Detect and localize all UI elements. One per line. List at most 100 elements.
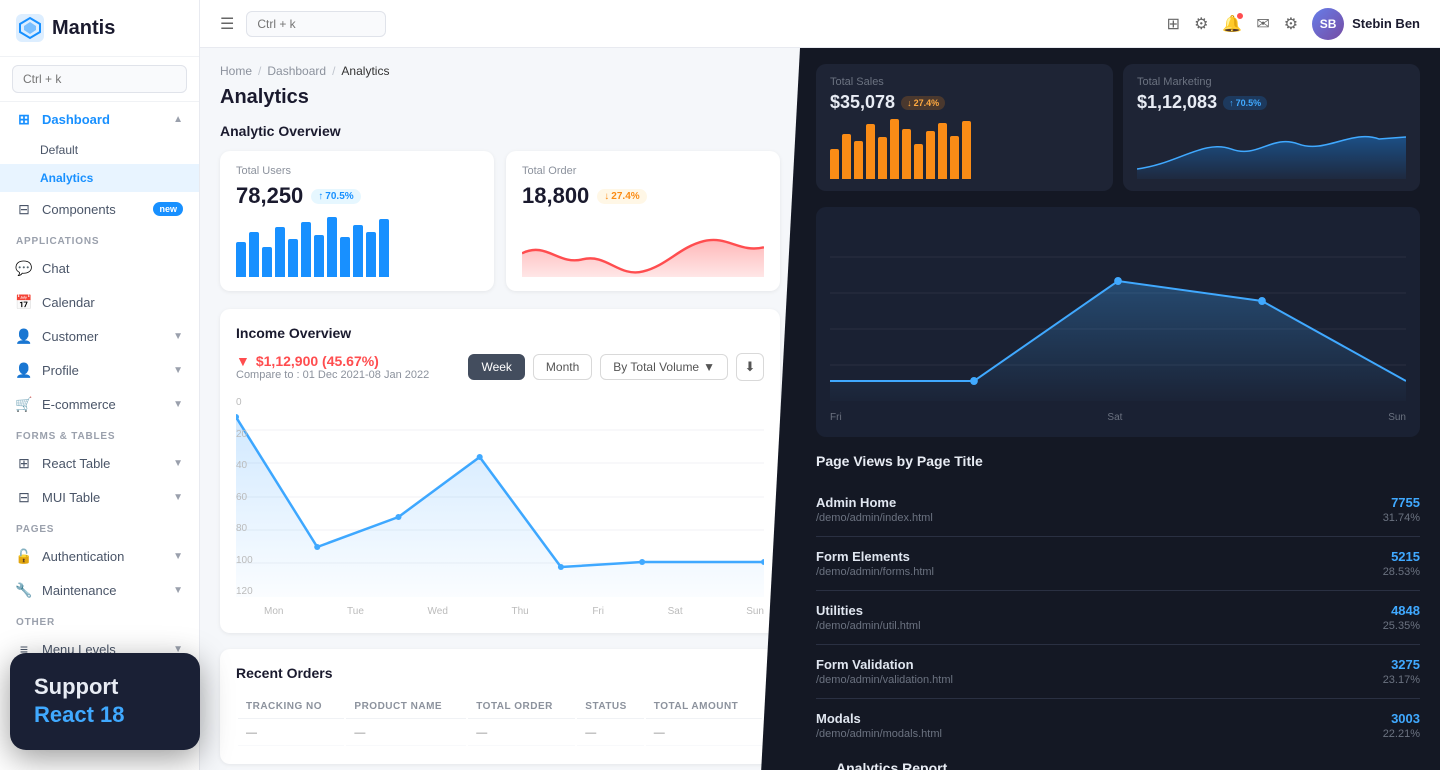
page-views-list: Admin Home /demo/admin/index.html 7755 3… (816, 483, 1420, 752)
sidebar-item-react-table[interactable]: ⊞ React Table ▼ (0, 446, 199, 480)
pv-left: Utilities /demo/admin/util.html (816, 603, 921, 632)
month-button[interactable]: Month (533, 354, 592, 380)
mui-table-icon: ⊟ (16, 489, 32, 505)
profile-label: Profile (42, 363, 79, 378)
pv-right: 5215 28.53% (1383, 549, 1420, 578)
customer-label: Customer (42, 329, 98, 344)
total-sales-badge: ↓ 27.4% (901, 96, 945, 110)
content-wrapper: Home / Dashboard / Analytics Analytics A… (200, 48, 1440, 770)
sidebar-item-ecommerce[interactable]: 🛒 E-commerce ▼ (0, 387, 199, 421)
income-value: ▼ $1,12,900 (45.67%) (236, 353, 429, 369)
volume-select[interactable]: By Total Volume ▼ (600, 354, 728, 380)
auth-chevron: ▼ (173, 551, 183, 562)
orders-table: Tracking No Product Name Total Order Sta… (236, 693, 764, 748)
auth-icon: 🔓 (16, 548, 32, 564)
topbar-left: ☰ (220, 11, 386, 37)
avatar-circle: SB (1312, 8, 1344, 40)
main-content: Home / Dashboard / Analytics Analytics A… (200, 48, 1440, 770)
col-tracking: Tracking No (238, 695, 344, 719)
total-order-value: 18,800 (522, 183, 589, 209)
pv-left: Form Elements /demo/admin/forms.html (816, 549, 934, 578)
pv-pct: 23.17% (1383, 674, 1420, 686)
pv-path: /demo/admin/util.html (816, 620, 921, 632)
logo-text: Mantis (52, 17, 115, 40)
dark-stat-total-sales: Total Sales $35,078 ↓ 27.4% (816, 64, 1113, 191)
week-button[interactable]: Week (468, 354, 524, 380)
dashboard-label: Dashboard (42, 112, 110, 127)
sidebar-item-maintenance[interactable]: 🔧 Maintenance ▼ (0, 573, 199, 607)
breadcrumb: Home / Dashboard / Analytics (220, 64, 780, 78)
topbar-search-input[interactable] (246, 11, 386, 37)
react-table-label: React Table (42, 456, 110, 471)
breadcrumb-home[interactable]: Home (220, 64, 252, 78)
sidebar-item-authentication[interactable]: 🔓 Authentication ▼ (0, 539, 199, 573)
page-view-item: Admin Home /demo/admin/index.html 7755 3… (816, 483, 1420, 537)
pv-name: Admin Home (816, 495, 933, 510)
pv-path: /demo/admin/forms.html (816, 566, 934, 578)
pv-pct: 28.53% (1383, 566, 1420, 578)
pv-count: 3275 (1383, 657, 1420, 672)
dashboard-chevron: ▲ (173, 114, 183, 125)
dark-chart-x-axis: Fri Sat Sun (830, 412, 1406, 423)
table-row: — — — — — (238, 721, 762, 746)
total-users-badge: ↑ 70.5% (311, 189, 360, 204)
sidebar-item-components[interactable]: ⊟ Components new (0, 192, 199, 226)
recent-orders-card: Recent Orders Tracking No Product Name T… (220, 649, 780, 764)
pv-right: 3003 22.21% (1383, 711, 1420, 740)
right-panel: Total Sales $35,078 ↓ 27.4% (760, 48, 1440, 770)
sidebar-item-mui-table[interactable]: ⊟ MUI Table ▼ (0, 480, 199, 514)
grid-icon[interactable]: ⊞ (1167, 14, 1180, 34)
download-icon[interactable]: ⬇ (736, 353, 764, 381)
breadcrumb-current: Analytics (341, 64, 389, 78)
react-table-chevron: ▼ (173, 458, 183, 469)
pv-pct: 22.21% (1383, 728, 1420, 740)
y-axis: 120 100 80 60 40 20 0 (236, 397, 264, 597)
settings-icon[interactable]: ⚙ (1194, 14, 1208, 34)
total-order-badge: ↓ 27.4% (597, 189, 646, 204)
support-react18-popup[interactable]: Support React 18 (10, 653, 200, 750)
pv-path: /demo/admin/validation.html (816, 674, 953, 686)
sidebar-sub-analytics[interactable]: Analytics (0, 164, 199, 192)
notification-icon[interactable]: 🔔 (1222, 14, 1242, 34)
x-axis: Mon Tue Wed Thu Fri Sat Sun (236, 606, 764, 617)
user-avatar[interactable]: SB Stebin Ben (1312, 8, 1420, 40)
col-total-order: Total Order (468, 695, 575, 719)
total-users-label: Total Users (236, 165, 478, 177)
sidebar-search-input[interactable] (12, 65, 187, 93)
authentication-label: Authentication (42, 549, 124, 564)
sidebar-item-chat[interactable]: 💬 Chat (0, 251, 199, 285)
total-sales-value: $35,078 (830, 92, 895, 113)
components-new-badge: new (153, 202, 183, 216)
sidebar-item-customer[interactable]: 👤 Customer ▼ (0, 319, 199, 353)
sidebar-item-dashboard[interactable]: ⊞ Dashboard ▲ (0, 102, 199, 136)
total-users-chart (236, 217, 478, 277)
maintenance-chevron: ▼ (173, 585, 183, 596)
left-panel: Home / Dashboard / Analytics Analytics A… (200, 48, 800, 770)
page-view-item: Form Validation /demo/admin/validation.h… (816, 645, 1420, 699)
page-view-item: Utilities /demo/admin/util.html 4848 25.… (816, 591, 1420, 645)
pv-left: Modals /demo/admin/modals.html (816, 711, 942, 740)
section-applications: Applications (0, 226, 199, 251)
profile-icon: 👤 (16, 362, 32, 378)
profile-chevron: ▼ (173, 365, 183, 376)
sidebar-item-profile[interactable]: 👤 Profile ▼ (0, 353, 199, 387)
pv-pct: 25.35% (1383, 620, 1420, 632)
mail-icon[interactable]: ✉ (1256, 14, 1269, 34)
gear-icon[interactable]: ⚙ (1284, 14, 1298, 34)
analytic-overview-title: Analytic Overview (220, 123, 780, 139)
pv-left: Admin Home /demo/admin/index.html (816, 495, 933, 524)
total-marketing-label: Total Marketing (1137, 76, 1406, 88)
income-compare: Compare to : 01 Dec 2021-08 Jan 2022 (236, 369, 429, 381)
dark-stat-total-marketing: Total Marketing $1,12,083 ↑ 70.5% (1123, 64, 1420, 191)
sidebar-sub-default[interactable]: Default (0, 136, 199, 164)
sidebar-item-calendar[interactable]: 📅 Calendar (0, 285, 199, 319)
pv-name: Modals (816, 711, 942, 726)
menu-toggle-icon[interactable]: ☰ (220, 14, 234, 34)
breadcrumb-dashboard[interactable]: Dashboard (267, 64, 326, 78)
section-forms-tables: Forms & Tables (0, 421, 199, 446)
col-status: Status (577, 695, 643, 719)
page-view-item: Modals /demo/admin/modals.html 3003 22.2… (816, 699, 1420, 752)
pv-count: 3003 (1383, 711, 1420, 726)
section-other: Other (0, 607, 199, 632)
page-view-item: Form Elements /demo/admin/forms.html 521… (816, 537, 1420, 591)
